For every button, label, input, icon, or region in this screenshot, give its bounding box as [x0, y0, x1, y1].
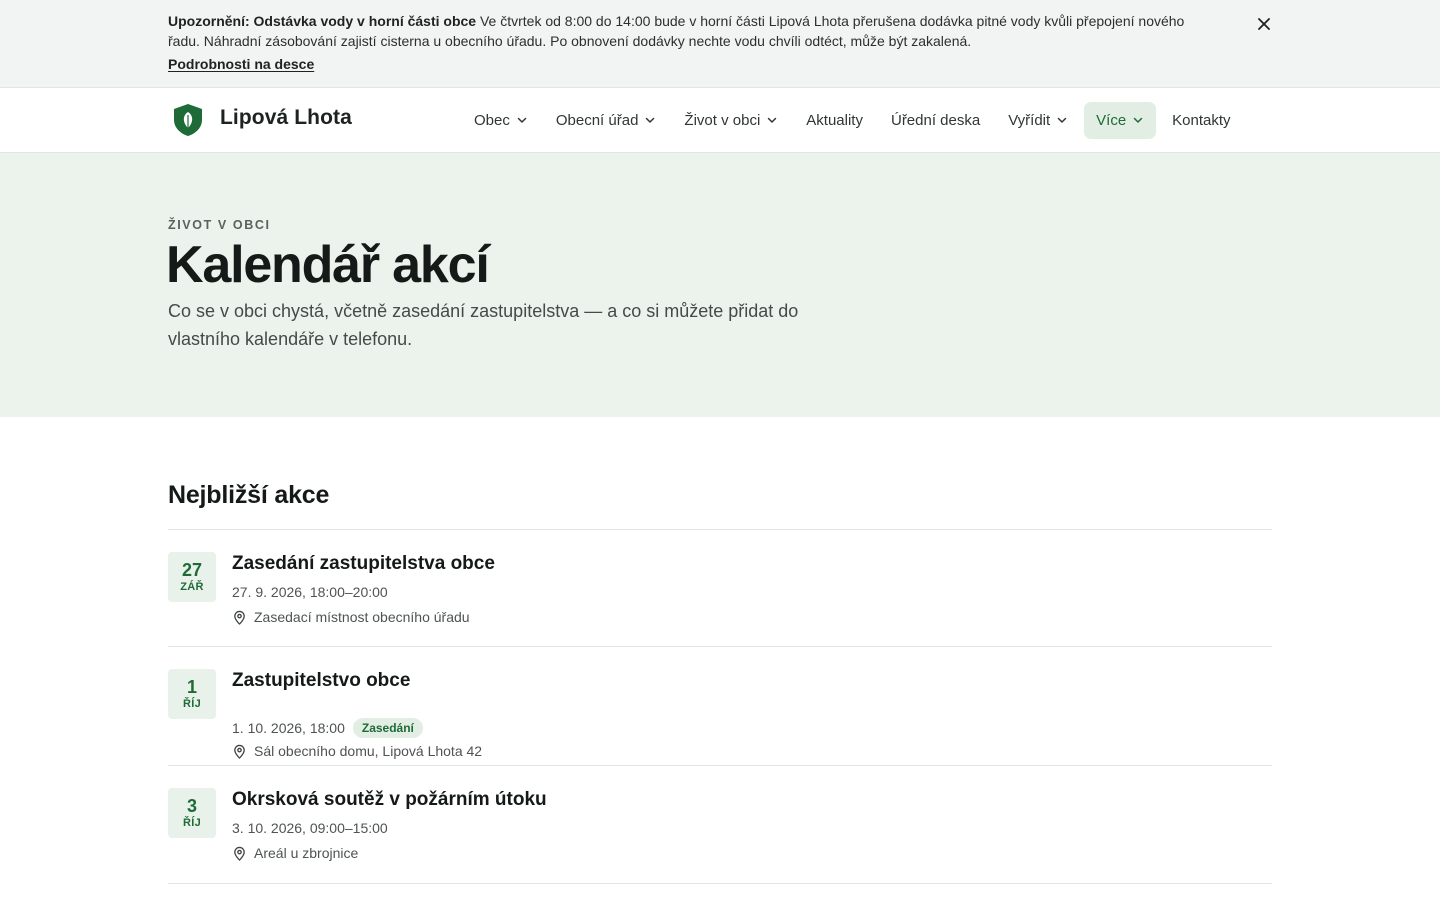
map-pin-icon [234, 610, 245, 625]
event-item: 3 ŘÍJ Okrsková soutěž v požárním útoku 3… [168, 766, 1272, 884]
map-pin-icon [234, 744, 245, 759]
event-item: 27 ZÁŘ Zasedání zastupitelstva obce 27. … [168, 530, 1272, 647]
chevron-down-icon [1057, 117, 1067, 123]
site-header: Lipová Lhota Obec Obecní úřad Život v ob… [0, 88, 1440, 153]
date-month: ŘÍJ [182, 698, 202, 710]
page-hero: ŽIVOT V OBCI Kalendář akcí Co se v obci … [0, 153, 1440, 417]
nav-item-uredni-deska[interactable]: Úřední deska [879, 102, 992, 139]
event-time: 1. 10. 2026, 18:00 Zasedání [232, 718, 423, 738]
nav-item-label: Vyřídit [1008, 111, 1051, 129]
nav-item-obecni-urad[interactable]: Obecní úřad [544, 102, 669, 139]
nav-item-label: Obecní úřad [555, 111, 639, 129]
date-month: ZÁŘ [180, 581, 204, 593]
alert-message: Upozornění: Odstávka vody v horní části … [168, 12, 1198, 51]
nav-item-label: Obec [474, 111, 510, 129]
leaf-shield-icon[interactable] [172, 103, 204, 137]
breadcrumb-eyebrow: ŽIVOT V OBCI [168, 218, 271, 232]
chevron-down-icon [646, 117, 655, 123]
nav-item-aktuality[interactable]: Aktuality [794, 102, 875, 139]
chevron-down-icon [1133, 117, 1143, 123]
nav-item-kontakty[interactable]: Kontakty [1160, 102, 1242, 139]
event-title-link[interactable]: Zasedání zastupitelstva obce [232, 553, 495, 575]
close-icon [1258, 18, 1270, 30]
event-title-link[interactable]: Zastupitelstvo obce [232, 670, 410, 692]
date-badge: 1 ŘÍJ [168, 669, 216, 719]
alert-banner: Upozornění: Odstávka vody v horní části … [0, 0, 1440, 88]
event-tag: Zasedání [352, 718, 423, 738]
nav-item-label: Úřední deska [890, 111, 981, 129]
date-day: 27 [181, 560, 203, 580]
event-title-link[interactable]: Okrsková soutěž v požárním útoku [232, 789, 547, 811]
event-item: 1 ŘÍJ Zastupitelstvo obce 1. 10. 2026, 1… [168, 647, 1272, 766]
event-place: Zasedací místnost obecního úřadu [232, 609, 470, 625]
event-time: 3. 10. 2026, 09:00–15:00 [232, 820, 388, 836]
alert-close-button[interactable] [1254, 14, 1274, 34]
event-place: Sál obecního domu, Lipová Lhota 42 [232, 743, 482, 759]
main-nav: Obec Obecní úřad Život v obci Aktuality … [462, 101, 1247, 139]
nav-item-obec[interactable]: Obec [462, 102, 540, 139]
nav-item-zivot-v-obci[interactable]: Život v obci [672, 102, 790, 139]
event-time: 27. 9. 2026, 18:00–20:00 [232, 584, 388, 600]
nav-item-label: Aktuality [806, 111, 863, 129]
alert-details-link[interactable]: Podrobnosti na desce [168, 56, 314, 72]
nav-item-label: Kontakty [1172, 111, 1231, 129]
site-name[interactable]: Lipová Lhota [220, 106, 352, 130]
section-title: Nejbližší akce [168, 481, 330, 509]
chevron-down-icon [768, 117, 777, 123]
date-badge: 27 ZÁŘ [168, 552, 216, 602]
event-list: 27 ZÁŘ Zasedání zastupitelstva obce 27. … [168, 529, 1272, 884]
nav-item-label: Více [1096, 111, 1127, 129]
nav-item-label: Život v obci [684, 111, 761, 129]
page-title: Kalendář akcí [166, 236, 490, 294]
chevron-down-icon [517, 117, 527, 123]
event-place: Areál u zbrojnice [232, 845, 358, 861]
alert-heading: Upozornění: Odstávka vody v horní části … [168, 13, 477, 29]
event-place-text: Zasedací místnost obecního úřadu [254, 609, 470, 625]
page-lead: Co se v obci chystá, včetně zasedání zas… [168, 301, 799, 349]
date-day: 1 [186, 677, 197, 697]
nav-item-vyridit[interactable]: Vyřídit [996, 102, 1080, 139]
date-day: 3 [186, 796, 197, 816]
date-month: ŘÍJ [182, 817, 202, 829]
event-time-text: 1. 10. 2026, 18:00 [232, 720, 345, 736]
event-time-text: 3. 10. 2026, 09:00–15:00 [232, 820, 388, 836]
map-pin-icon [234, 846, 245, 861]
nav-item-vice[interactable]: Více [1084, 101, 1157, 139]
event-place-text: Sál obecního domu, Lipová Lhota 42 [254, 743, 483, 759]
date-badge: 3 ŘÍJ [168, 788, 216, 838]
event-place-text: Areál u zbrojnice [254, 845, 359, 861]
event-time-text: 27. 9. 2026, 18:00–20:00 [232, 584, 388, 600]
